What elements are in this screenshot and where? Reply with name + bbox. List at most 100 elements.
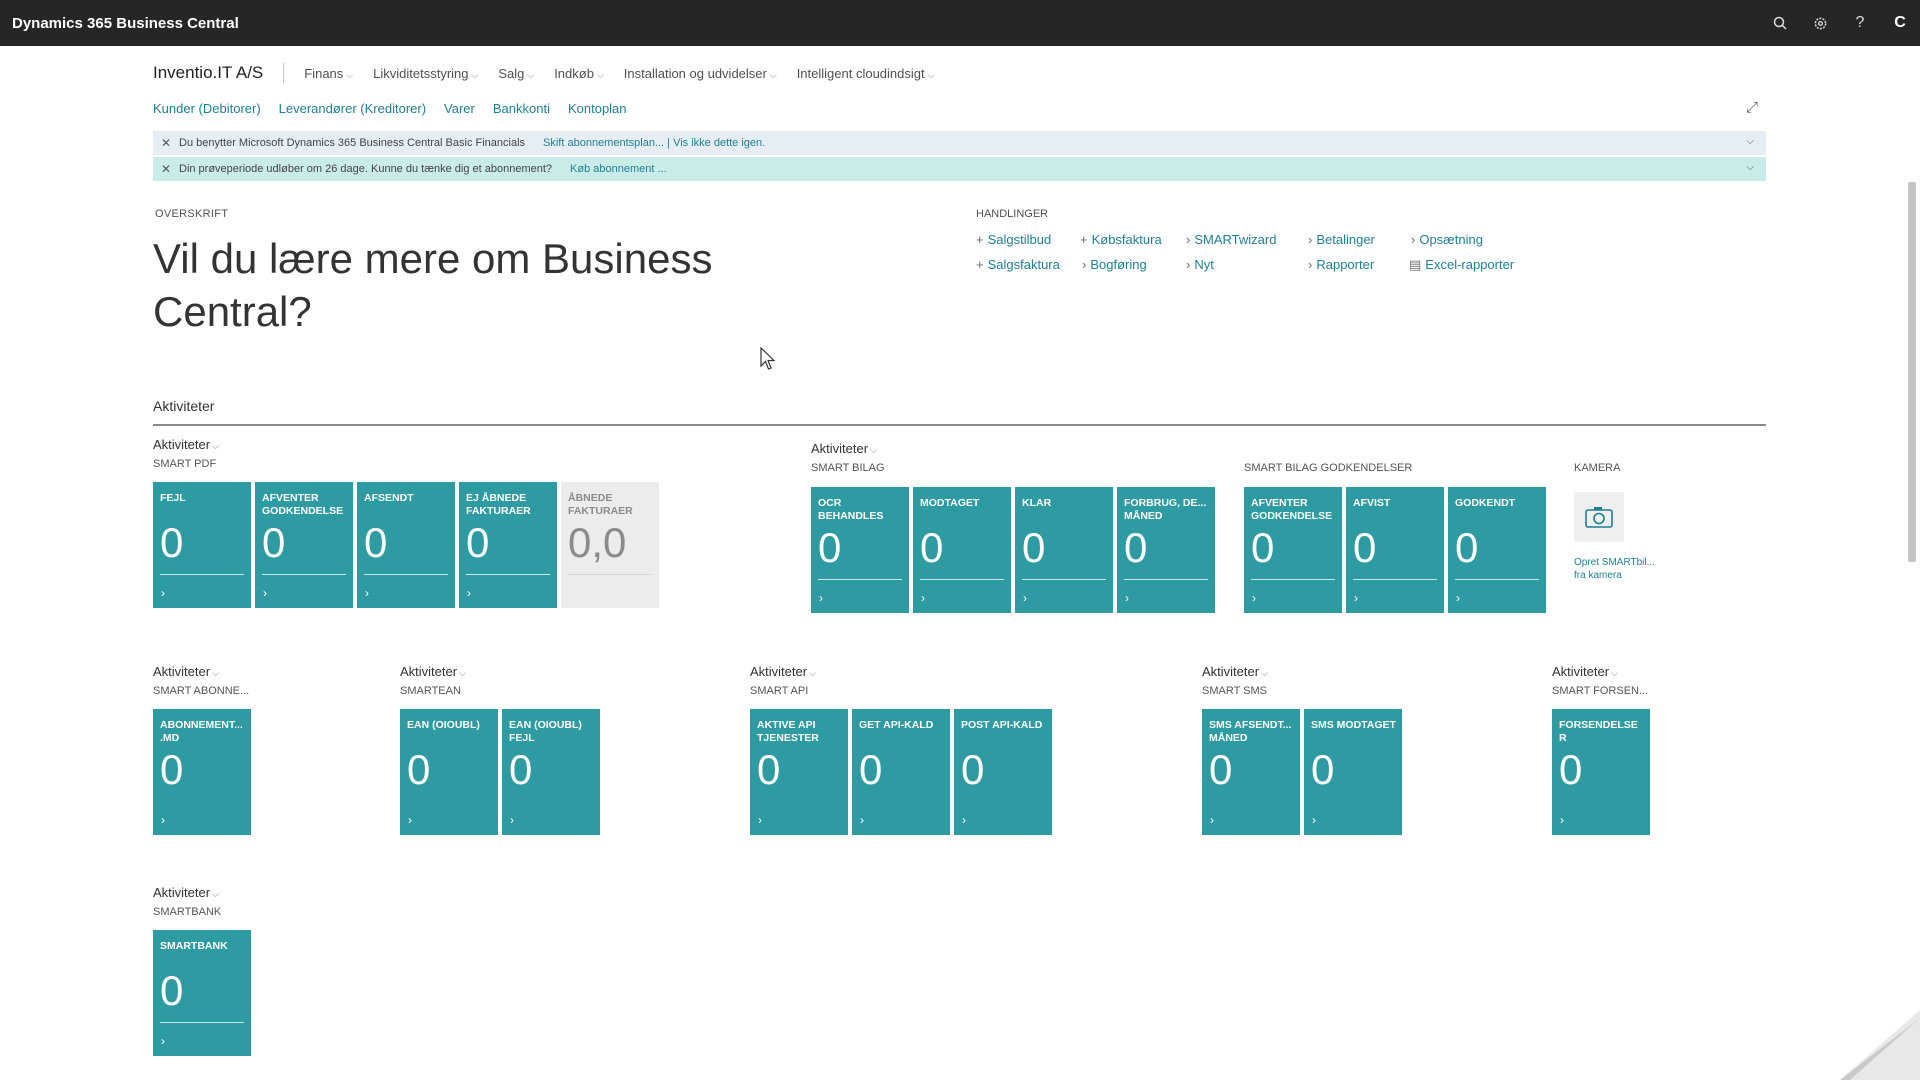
link-bankkonti[interactable]: Bankkonti bbox=[493, 101, 550, 116]
chevron-down-icon: ⌵ bbox=[527, 69, 535, 80]
group-toggle[interactable]: Aktiviteter ⌵ bbox=[400, 664, 466, 679]
cue-tile[interactable]: SMS AFSENDT... MÅNED 0 › bbox=[1202, 709, 1300, 835]
cue-tile[interactable]: AFVENTER GODKENDELSE 0 › bbox=[1244, 487, 1342, 613]
tile-divider bbox=[160, 1022, 244, 1023]
menu-indkob[interactable]: Indkøb ⌵ bbox=[554, 66, 604, 81]
tile-value: 0,0 bbox=[568, 519, 627, 566]
chevron-right-icon: › bbox=[1210, 813, 1214, 827]
close-icon[interactable]: ✕ bbox=[153, 136, 179, 150]
tile-divider bbox=[920, 579, 1004, 580]
banner-link[interactable]: Skift abonnementsplan... | Vis ikke dett… bbox=[543, 137, 765, 149]
cue-tile[interactable]: AKTIVE API TJENESTER 0 › bbox=[750, 709, 848, 835]
cue-tile[interactable]: POST API-KALD 0 › bbox=[954, 709, 1052, 835]
action-betalinger[interactable]: › Betalinger bbox=[1308, 232, 1375, 247]
expand-icon[interactable]: ⤢ bbox=[1746, 99, 1758, 116]
link-leverandorer[interactable]: Leverandører (Kreditorer) bbox=[279, 101, 426, 116]
action-opsaetning[interactable]: › Opsætning bbox=[1411, 232, 1483, 247]
chevron-right-icon: › bbox=[1456, 591, 1460, 605]
tile-divider bbox=[568, 574, 652, 575]
chevron-down-icon: ⌵ bbox=[870, 445, 877, 455]
gear-icon[interactable] bbox=[1800, 0, 1840, 46]
help-icon[interactable]: ? bbox=[1840, 0, 1880, 46]
menu-likviditetsstyring[interactable]: Likviditetsstyring ⌵ bbox=[373, 66, 478, 81]
action-salgsfaktura[interactable]: + Salgsfaktura bbox=[976, 257, 1060, 272]
cue-tile[interactable]: ABONNEMENT... .MD 0 › bbox=[153, 709, 251, 835]
mouse-cursor-icon bbox=[760, 347, 776, 370]
cue-tile[interactable]: AFVIST 0 › bbox=[1346, 487, 1444, 613]
cue-tile[interactable]: SMS MODTAGET 0 › bbox=[1304, 709, 1402, 835]
menu-label: Intelligent cloudindsigt bbox=[796, 65, 925, 81]
tile-label: FORSENDELSE R bbox=[1559, 719, 1638, 744]
cue-tile[interactable]: GET API-KALD 0 › bbox=[852, 709, 950, 835]
cue-tile[interactable]: EAN (OIOUBL) 0 › bbox=[400, 709, 498, 835]
group-toggle[interactable]: Aktiviteter ⌵ bbox=[1202, 664, 1268, 679]
tile-label: MODTAGET bbox=[920, 497, 980, 509]
tile-value: 0 bbox=[1124, 524, 1148, 571]
chevron-right-icon: › bbox=[1308, 232, 1313, 247]
headline-caption: OVERSKRIFT bbox=[155, 208, 229, 220]
cue-tile[interactable]: FORBRUG, DE... MÅNED 0 › bbox=[1117, 487, 1215, 613]
link-kontoplan[interactable]: Kontoplan bbox=[568, 101, 627, 116]
cue-tile[interactable]: FEJL 0 › bbox=[153, 482, 251, 608]
action-kobsfaktura[interactable]: + Købsfaktura bbox=[1080, 232, 1162, 247]
cue-tile[interactable]: EAN (OIOUBL) FEJL 0 › bbox=[502, 709, 600, 835]
link-varer[interactable]: Varer bbox=[444, 101, 475, 116]
cue-tile[interactable]: ÅBNEDE FAKTURAER 0,0 bbox=[561, 482, 659, 608]
group-label: Aktiviteter bbox=[153, 885, 211, 900]
camera-caption[interactable]: Opret SMARTbil... fra kamera bbox=[1574, 556, 1664, 582]
company-name[interactable]: Inventio.IT A/S bbox=[153, 63, 285, 83]
group-toggle[interactable]: Aktiviteter ⌵ bbox=[1552, 664, 1618, 679]
cue-tile[interactable]: FORSENDELSE R 0 › bbox=[1552, 709, 1650, 835]
group-toggle[interactable]: Aktiviteter ⌵ bbox=[153, 664, 219, 679]
cue-tile[interactable]: SMARTBANK 0 › bbox=[153, 930, 251, 1056]
menu-finans[interactable]: Finans ⌵ bbox=[304, 66, 353, 81]
search-icon[interactable] bbox=[1760, 0, 1800, 46]
link-kunder[interactable]: Kunder (Debitorer) bbox=[153, 101, 261, 116]
tile-value: 0 bbox=[961, 746, 985, 793]
banner-link[interactable]: Køb abonnement ... bbox=[570, 163, 667, 175]
cue-tile[interactable]: EJ ÅBNEDE FAKTURAER 0 › bbox=[459, 482, 557, 608]
cue-tile[interactable]: GODKENDT 0 › bbox=[1448, 487, 1546, 613]
close-icon[interactable]: ✕ bbox=[153, 162, 179, 176]
vertical-scrollbar[interactable] bbox=[1908, 182, 1916, 562]
chevron-down-icon[interactable]: ⌵ bbox=[1746, 136, 1754, 147]
group-label: Aktiviteter bbox=[750, 664, 808, 679]
chevron-right-icon: › bbox=[161, 813, 165, 827]
menu-installation[interactable]: Installation og udvidelser ⌵ bbox=[624, 66, 777, 81]
cue-tile[interactable]: OCR BEHANDLES 0 › bbox=[811, 487, 909, 613]
tile-divider bbox=[160, 574, 244, 575]
tile-value: 0 bbox=[1311, 746, 1335, 793]
chevron-down-icon[interactable]: ⌵ bbox=[1746, 162, 1754, 173]
chevron-down-icon: ⌵ bbox=[212, 889, 219, 899]
group-subtitle: SMARTEAN bbox=[400, 685, 461, 697]
tile-label: SMARTBANK bbox=[160, 940, 228, 952]
camera-button[interactable] bbox=[1574, 492, 1624, 542]
page-headline: Vil du lære mere om Business Central? bbox=[153, 235, 713, 335]
action-smartwizard[interactable]: › SMARTwizard bbox=[1186, 232, 1276, 247]
banner-text: Din prøveperiode udløber om 26 dage. Kun… bbox=[179, 163, 553, 175]
group-toggle[interactable]: Aktiviteter ⌵ bbox=[153, 885, 219, 900]
chevron-right-icon: › bbox=[408, 813, 412, 827]
tile-divider bbox=[262, 574, 346, 575]
chevron-right-icon: › bbox=[161, 1034, 165, 1048]
action-bogforing[interactable]: › Bogføring bbox=[1082, 257, 1147, 272]
menu-salg[interactable]: Salg ⌵ bbox=[498, 66, 534, 81]
cue-tile[interactable]: AFVENTER GODKENDELSE 0 › bbox=[255, 482, 353, 608]
menu-cloudindsigt[interactable]: Intelligent cloudindsigt ⌵ bbox=[797, 66, 935, 81]
cue-tile[interactable]: KLAR 0 › bbox=[1015, 487, 1113, 613]
tile-label: AFVIST bbox=[1353, 497, 1391, 509]
action-rapporter[interactable]: › Rapporter bbox=[1308, 257, 1374, 272]
action-excel-rapporter[interactable]: ▤ Excel-rapporter bbox=[1409, 257, 1514, 273]
tile-value: 0 bbox=[859, 746, 883, 793]
action-nyt[interactable]: › Nyt bbox=[1186, 257, 1214, 272]
group-toggle[interactable]: Aktiviteter ⌵ bbox=[811, 441, 877, 456]
cue-tile[interactable]: MODTAGET 0 › bbox=[913, 487, 1011, 613]
action-label: Nyt bbox=[1194, 257, 1214, 272]
group-toggle[interactable]: Aktiviteter ⌵ bbox=[153, 437, 219, 452]
cue-tile[interactable]: AFSENDT 0 › bbox=[357, 482, 455, 608]
app-title[interactable]: Dynamics 365 Business Central bbox=[12, 15, 239, 32]
user-avatar[interactable]: C bbox=[1880, 0, 1920, 46]
group-toggle[interactable]: Aktiviteter ⌵ bbox=[750, 664, 816, 679]
action-salgstilbud[interactable]: + Salgstilbud bbox=[976, 232, 1051, 247]
tile-divider bbox=[466, 574, 550, 575]
